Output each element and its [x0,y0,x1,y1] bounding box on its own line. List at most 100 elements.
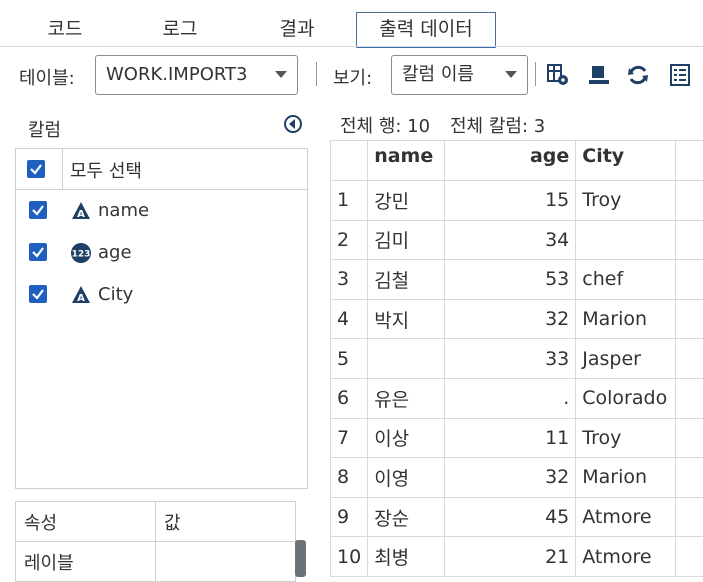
table-select-value: WORK.IMPORT3 [106,56,248,94]
cell-city[interactable]: chef [576,260,676,300]
cell-name[interactable] [368,339,445,379]
cell-age[interactable]: 21 [445,537,576,577]
chevron-down-icon [505,71,517,78]
table-row[interactable]: 3 김철 53 chef [331,260,703,300]
total-rows: 전체 행: 10 [340,112,430,138]
column-name: name [98,200,149,221]
cell-age[interactable]: 11 [445,418,576,458]
row-number: 4 [331,299,368,339]
columns-list: 모두 선택 A name 123 age A City [15,148,308,489]
cell-filler [675,260,703,300]
cell-name[interactable]: 유은 [368,378,445,418]
column-checkbox-name[interactable] [29,201,47,219]
cell-city[interactable]: Colorado [576,378,676,418]
cell-city[interactable]: Atmore [576,537,676,577]
chevron-down-icon [275,71,287,78]
cell-filler [675,537,703,577]
cell-name[interactable]: 최병 [368,537,445,577]
grid-header-filler [675,141,703,181]
table-settings-icon[interactable] [546,63,570,87]
cell-filler [675,181,703,221]
cell-name[interactable]: 김미 [368,220,445,260]
property-value[interactable] [156,542,296,582]
select-all-label: 모두 선택 [70,157,142,183]
cell-name[interactable]: 이상 [368,418,445,458]
cell-name[interactable]: 김철 [368,260,445,300]
table-row[interactable]: 2 김미 34 [331,220,703,260]
table-row[interactable]: 1 강민 15 Troy [331,181,703,221]
table-row[interactable]: 10 최병 21 Atmore [331,537,703,577]
cell-filler [675,220,703,260]
table-row[interactable]: 8 이영 32 Marion [331,458,703,498]
cell-age[interactable]: 33 [445,339,576,379]
toolbar-separator [535,62,536,86]
tab-results[interactable]: 결과 [262,0,332,46]
row-number: 3 [331,260,368,300]
view-select-value: 칼럼 이름 [402,56,474,94]
cell-name[interactable]: 이영 [368,458,445,498]
view-select[interactable]: 칼럼 이름 [391,55,528,95]
data-grid: name age City 1 강민 15 Troy 2 김미 34 3 김철 … [330,140,703,577]
row-number: 10 [331,537,368,577]
properties-header-value: 값 [156,502,296,542]
cell-age[interactable]: 32 [445,299,576,339]
cell-city[interactable] [576,220,676,260]
grid-header-city[interactable]: City [576,141,676,181]
character-type-icon: A [71,285,91,305]
column-name: City [98,284,133,305]
list-icon[interactable] [668,63,692,87]
toolbar-separator [316,62,317,86]
cell-filler [675,497,703,537]
cell-age[interactable]: . [445,378,576,418]
numeric-type-icon: 123 [70,242,90,262]
tab-log[interactable]: 로그 [145,0,215,46]
cell-age[interactable]: 34 [445,220,576,260]
refresh-icon[interactable] [626,63,650,87]
row-number: 1 [331,181,368,221]
properties-table: 속성 값 레이블 [15,501,296,582]
grid-header-name[interactable]: name [368,141,445,181]
column-checkbox-age[interactable] [29,243,47,261]
columns-panel-title: 칼럼 [28,116,61,142]
cell-filler [675,339,703,379]
divider [62,149,63,189]
svg-text:123: 123 [72,250,91,260]
tab-output-data[interactable]: 출력 데이터 [356,12,496,48]
table-row[interactable]: 4 박지 32 Marion [331,299,703,339]
cell-filler [675,458,703,498]
table-row[interactable]: 6 유은 . Colorado [331,378,703,418]
collapse-icon[interactable] [283,114,303,134]
properties-header-name: 속성 [16,502,156,542]
cell-filler [675,378,703,418]
cell-city[interactable]: Atmore [576,497,676,537]
tab-code[interactable]: 코드 [30,0,100,46]
select-all-checkbox[interactable] [27,160,45,178]
cell-age[interactable]: 15 [445,181,576,221]
column-checkbox-city[interactable] [29,285,47,303]
table-label: 테이블: [19,64,75,90]
cell-city[interactable]: Troy [576,418,676,458]
total-columns: 전체 칼럼: 3 [450,112,545,138]
column-view-icon[interactable] [587,63,611,87]
cell-name[interactable]: 박지 [368,299,445,339]
table-row[interactable]: 5 33 Jasper [331,339,703,379]
cell-filler [675,299,703,339]
cell-city[interactable]: Troy [576,181,676,221]
cell-name[interactable]: 장순 [368,497,445,537]
cell-city[interactable]: Jasper [576,339,676,379]
table-row[interactable]: 7 이상 11 Troy [331,418,703,458]
character-type-icon: A [71,201,91,221]
cell-age[interactable]: 32 [445,458,576,498]
svg-text:A: A [77,293,85,304]
row-number: 2 [331,220,368,260]
cell-age[interactable]: 45 [445,497,576,537]
table-select[interactable]: WORK.IMPORT3 [95,55,298,95]
table-row[interactable]: 9 장순 45 Atmore [331,497,703,537]
cell-age[interactable]: 53 [445,260,576,300]
cell-name[interactable]: 강민 [368,181,445,221]
row-number: 8 [331,458,368,498]
scrollbar-thumb[interactable] [295,540,306,577]
cell-city[interactable]: Marion [576,458,676,498]
grid-header-age[interactable]: age [445,141,576,181]
cell-city[interactable]: Marion [576,299,676,339]
